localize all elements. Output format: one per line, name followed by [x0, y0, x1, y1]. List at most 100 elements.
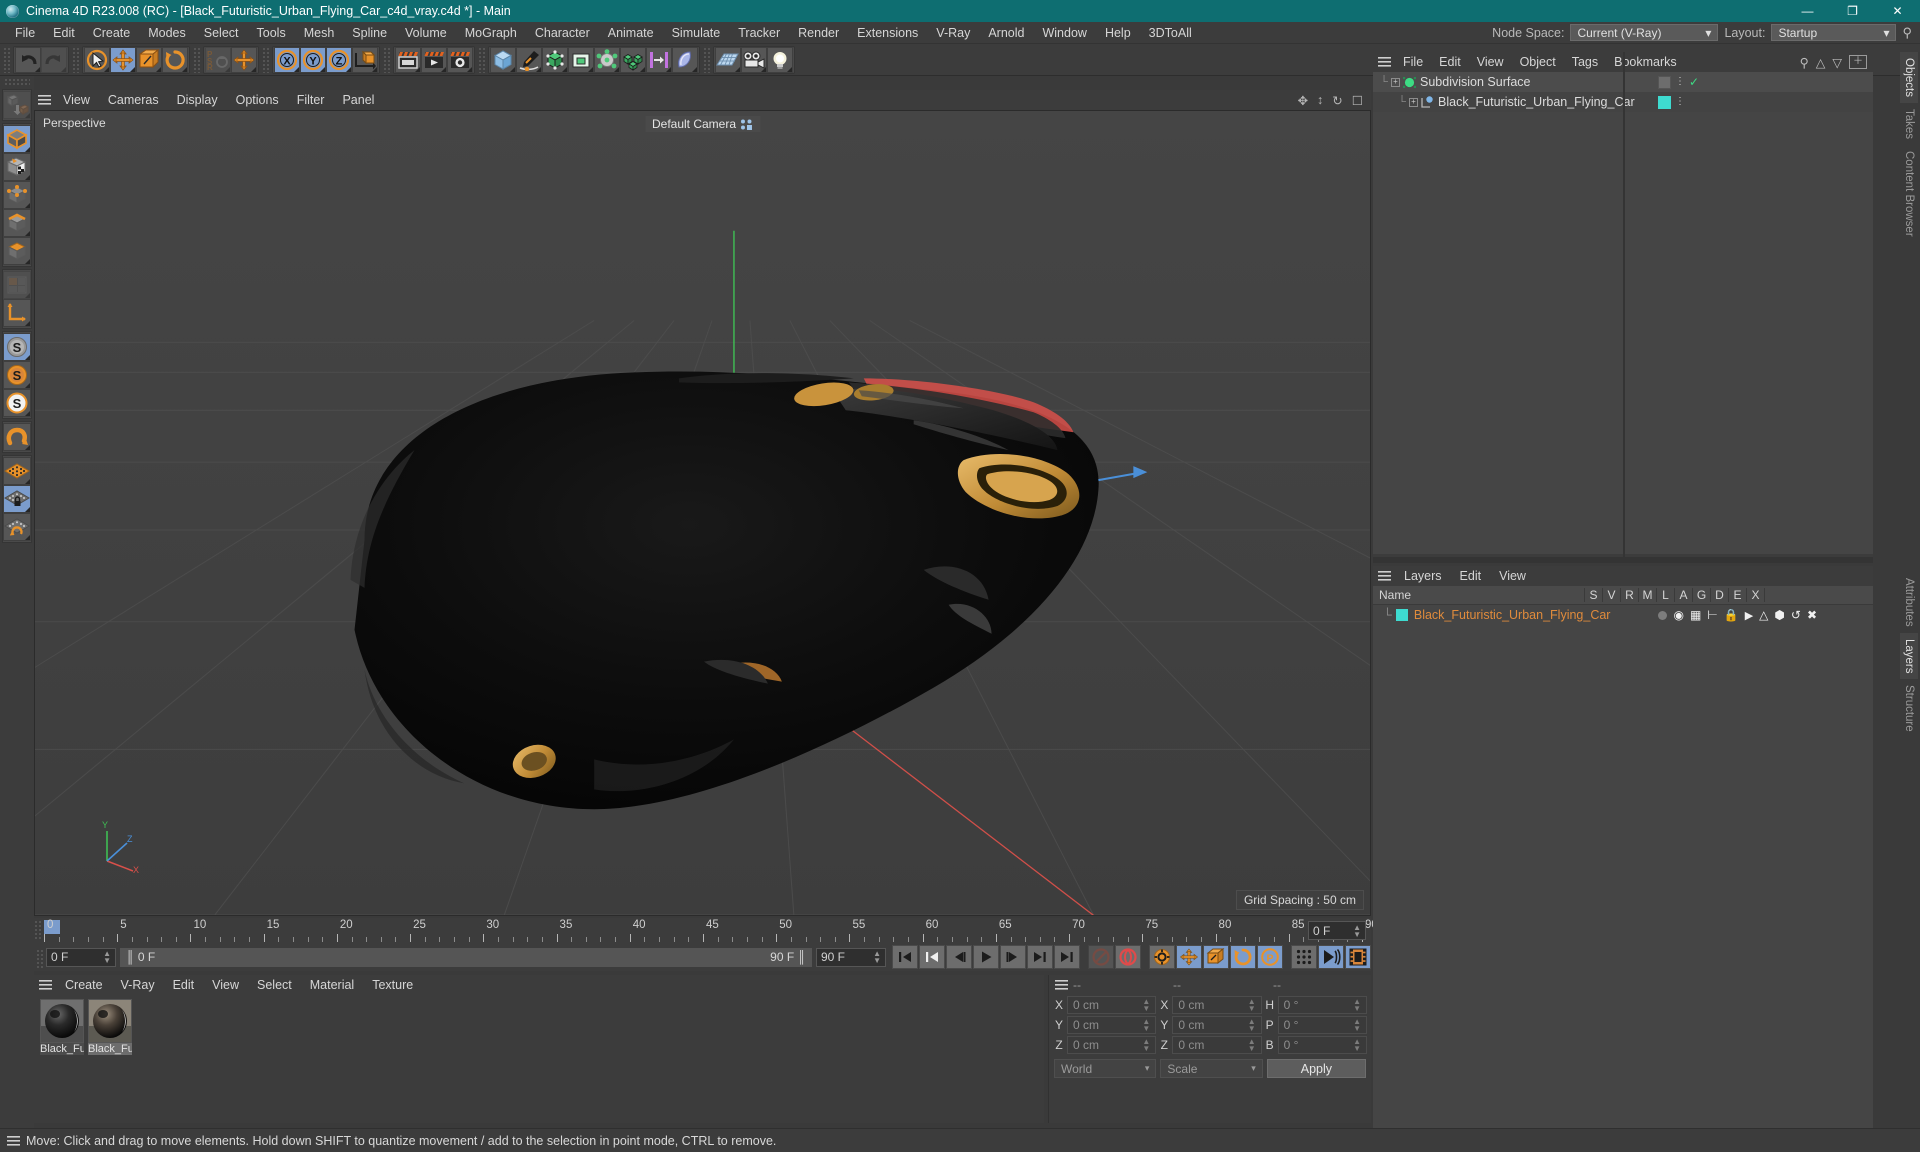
- camera-icon[interactable]: [741, 47, 767, 73]
- move-icon[interactable]: [110, 47, 136, 73]
- workplane-rotate-icon[interactable]: [3, 513, 31, 541]
- world-coordinate-icon[interactable]: [352, 47, 378, 73]
- material-thumbnail[interactable]: [88, 999, 132, 1043]
- texture-mode-icon[interactable]: [3, 153, 31, 181]
- toolbar-grip[interactable]: [72, 47, 81, 73]
- toolbar-grip[interactable]: [193, 47, 202, 73]
- coordinate-system-select[interactable]: World ▾: [1054, 1059, 1156, 1078]
- project-settings-icon[interactable]: [1345, 945, 1371, 969]
- object-menu-edit[interactable]: Edit: [1431, 52, 1469, 72]
- vertical-tab-attributes[interactable]: Attributes: [1900, 572, 1918, 633]
- material-thumbnail[interactable]: [40, 999, 84, 1043]
- generator-icon[interactable]: [542, 47, 568, 73]
- camera-dots-icon[interactable]: [740, 119, 753, 130]
- menu-item-simulate[interactable]: Simulate: [663, 22, 730, 44]
- viewport-menu-filter[interactable]: Filter: [288, 90, 334, 110]
- object-menu-view[interactable]: View: [1469, 52, 1512, 72]
- viewport-menu-options[interactable]: Options: [227, 90, 288, 110]
- current-frame-field[interactable]: 0 F ▲▼: [1308, 921, 1366, 940]
- keyframe-selection-icon[interactable]: [1149, 945, 1175, 969]
- spinner-icon[interactable]: ▲▼: [1353, 1018, 1361, 1032]
- rotate-viewport-icon[interactable]: ↻: [1332, 93, 1342, 108]
- spinner-icon[interactable]: ▲▼: [1353, 998, 1361, 1012]
- menu-item-volume[interactable]: Volume: [396, 22, 456, 44]
- preview-range-bar[interactable]: ║ 0 F 90 F ║: [120, 948, 812, 967]
- vertical-tab-content-browser[interactable]: Content Browser: [1900, 145, 1918, 243]
- workplane-icon[interactable]: [3, 457, 31, 485]
- add-layout-icon[interactable]: ＋: [1849, 55, 1867, 69]
- solo-icon[interactable]: [1658, 611, 1667, 620]
- material-menu-texture[interactable]: Texture: [363, 975, 422, 995]
- make-editable-icon[interactable]: [3, 91, 31, 119]
- coord-rotation-h-field[interactable]: 0 °▲▼: [1278, 996, 1367, 1014]
- hamburger-icon[interactable]: [1049, 980, 1073, 990]
- object-axis-icon[interactable]: S: [3, 361, 31, 389]
- render-to-picture-viewer-icon[interactable]: [421, 47, 447, 73]
- hamburger-icon[interactable]: [34, 95, 54, 105]
- timeline-ruler[interactable]: 051015202530354045505560657075808590: [44, 918, 1371, 943]
- menu-item-select[interactable]: Select: [195, 22, 248, 44]
- render-settings-icon[interactable]: [447, 47, 473, 73]
- menu-item-character[interactable]: Character: [526, 22, 599, 44]
- record-icon[interactable]: [1088, 945, 1114, 969]
- psr-icon[interactable]: PSR: [205, 47, 231, 73]
- minimize-button[interactable]: —: [1785, 0, 1830, 22]
- menu-item-window[interactable]: Window: [1033, 22, 1095, 44]
- scale-key-icon[interactable]: [1203, 945, 1229, 969]
- menu-item-tracker[interactable]: Tracker: [729, 22, 789, 44]
- spinner-icon[interactable]: ▲▼: [1353, 924, 1361, 938]
- axis-z-icon[interactable]: Z: [326, 47, 352, 73]
- axis-y-icon[interactable]: Y: [300, 47, 326, 73]
- frame-end-field[interactable]: 90 F ▲▼: [816, 948, 886, 967]
- vertical-tab-layers[interactable]: Layers: [1900, 633, 1918, 680]
- menu-item-create[interactable]: Create: [84, 22, 140, 44]
- render-icon[interactable]: ▦: [1690, 608, 1701, 622]
- hamburger-icon[interactable]: [1373, 57, 1395, 67]
- subdivision-tag-icon[interactable]: [1658, 76, 1671, 89]
- menu-item-mograph[interactable]: MoGraph: [456, 22, 526, 44]
- floor-icon[interactable]: [715, 47, 741, 73]
- expand-collapse-toggle[interactable]: +: [1391, 78, 1400, 87]
- xref-icon[interactable]: ✖: [1807, 608, 1817, 622]
- hamburger-icon[interactable]: [34, 980, 56, 990]
- material-menu-create[interactable]: Create: [56, 975, 112, 995]
- animation-icon[interactable]: ▶: [1745, 609, 1753, 622]
- zoom-viewport-icon[interactable]: ↕: [1317, 93, 1323, 107]
- material-item[interactable]: Black_Fu: [88, 999, 132, 1055]
- physics-icon[interactable]: [672, 47, 698, 73]
- layer-row[interactable]: └Black_Futuristic_Urban_Flying_Car◉▦⊢🔒▶△…: [1373, 605, 1873, 625]
- coord-position-y-field[interactable]: 0 cm▲▼: [1067, 1016, 1156, 1034]
- menu-item-file[interactable]: File: [6, 22, 44, 44]
- viewport-menu-cameras[interactable]: Cameras: [99, 90, 168, 110]
- coord-size-x-field[interactable]: 0 cm▲▼: [1172, 996, 1261, 1014]
- edge-mode-icon[interactable]: [3, 209, 31, 237]
- menu-item-arnold[interactable]: Arnold: [979, 22, 1033, 44]
- menu-item-extensions[interactable]: Extensions: [848, 22, 927, 44]
- panel-divider[interactable]: [1373, 557, 1873, 563]
- menu-item-3dtoall[interactable]: 3DToAll: [1140, 22, 1201, 44]
- toolbar-grip[interactable]: [703, 47, 712, 73]
- spinner-icon[interactable]: ▲▼: [1248, 998, 1256, 1012]
- menu-item-mesh[interactable]: Mesh: [295, 22, 344, 44]
- move-icon[interactable]: [231, 47, 257, 73]
- search-icon[interactable]: ⚲: [1902, 25, 1912, 41]
- autokey-icon[interactable]: [1115, 945, 1141, 969]
- generator-icon[interactable]: △: [1759, 608, 1768, 622]
- menu-item-v-ray[interactable]: V-Ray: [927, 22, 979, 44]
- coordinate-mode-select[interactable]: Scale ▾: [1160, 1059, 1262, 1078]
- deformer-icon[interactable]: [594, 47, 620, 73]
- mograph-cloner-icon[interactable]: [620, 47, 646, 73]
- coord-rotation-p-field[interactable]: 0 °▲▼: [1278, 1016, 1367, 1034]
- object-menu-file[interactable]: File: [1395, 52, 1431, 72]
- material-menu-v-ray[interactable]: V-Ray: [112, 975, 164, 995]
- material-menu-select[interactable]: Select: [248, 975, 301, 995]
- menu-item-edit[interactable]: Edit: [44, 22, 84, 44]
- toolbar-grip[interactable]: [4, 78, 30, 87]
- vertical-tab-objects[interactable]: Objects: [1900, 52, 1918, 103]
- layout-select[interactable]: Startup ▾: [1771, 24, 1896, 41]
- live-selection-icon[interactable]: [84, 47, 110, 73]
- layer-color-swatch[interactable]: [1658, 96, 1671, 109]
- spinner-icon[interactable]: ▲▼: [1248, 1018, 1256, 1032]
- toolbar-grip[interactable]: [383, 47, 392, 73]
- viewport-menu-display[interactable]: Display: [168, 90, 227, 110]
